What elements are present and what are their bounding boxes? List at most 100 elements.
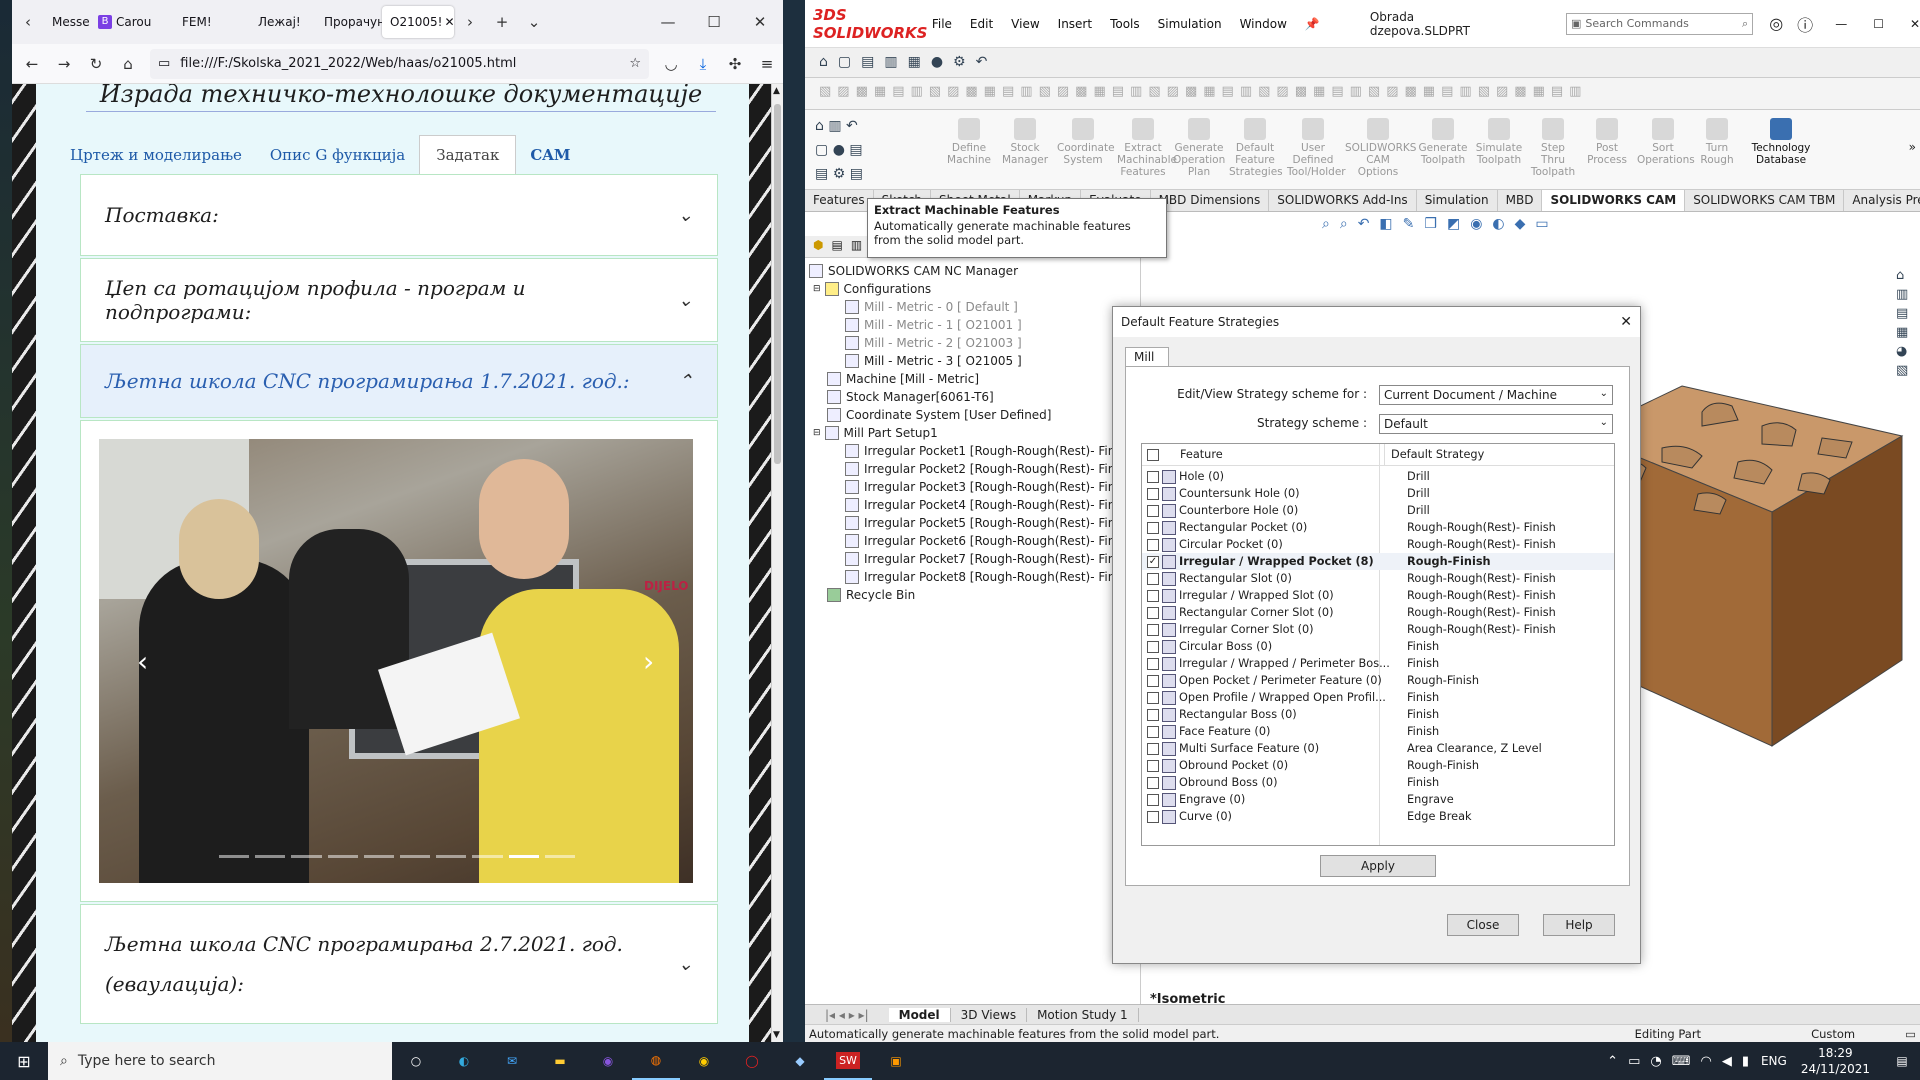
row-checkbox[interactable] xyxy=(1147,674,1159,687)
toolbar-icon[interactable]: ▥ xyxy=(1350,84,1362,99)
new-icon[interactable]: ▢ xyxy=(815,142,828,158)
home-icon[interactable]: ⌂ xyxy=(112,48,144,80)
cam-feature-tree-icon[interactable]: ⬢ xyxy=(813,238,823,255)
account-icon[interactable]: ◎ xyxy=(1769,14,1783,33)
tab-features[interactable]: Features xyxy=(805,190,874,211)
browser-tab[interactable]: Лежај! xyxy=(234,6,310,38)
close-window-icon[interactable]: ✕ xyxy=(737,6,783,38)
tree-pocket[interactable]: Irregular Pocket8 [Rough-Rough(Rest)- Fi… xyxy=(845,570,1137,584)
row-checkbox[interactable] xyxy=(1147,487,1159,500)
tree-stock[interactable]: Stock Manager[6061-T6] xyxy=(827,390,994,404)
open-icon[interactable]: ▤ xyxy=(815,166,828,182)
toolbar-icon[interactable]: ▤ xyxy=(892,84,904,99)
toolbar-icon[interactable]: ▦ xyxy=(1423,84,1435,99)
user-defined-tool-button[interactable]: User Defined Tool/Holder xyxy=(1287,118,1346,178)
forward-icon[interactable]: → xyxy=(48,48,80,80)
accordion-summer-school-1[interactable]: Љетна школа CNC програмирања 1.7.2021. г… xyxy=(80,344,718,418)
feature-strategy[interactable]: Rough-Finish xyxy=(1407,674,1479,687)
traffic-light-icon[interactable]: ● xyxy=(931,54,943,70)
browser-tab[interactable]: Messe xyxy=(44,6,90,38)
toolbar-icon[interactable]: ▦ xyxy=(1533,84,1545,99)
list-icon[interactable]: ▤ xyxy=(849,142,862,158)
bookmark-star-icon[interactable]: ☆ xyxy=(629,56,641,71)
grid-row[interactable]: Rectangular Corner Slot (0) Rough-Rough(R… xyxy=(1142,604,1614,621)
tree-pocket[interactable]: Irregular Pocket1 [Rough-Rough(Rest)- Fi… xyxy=(845,444,1137,458)
sort-operations-button[interactable]: Sort Operations xyxy=(1637,118,1695,166)
tree-pocket[interactable]: Irregular Pocket7 [Rough-Rough(Rest)- Fi… xyxy=(845,552,1137,566)
toolbar-icon[interactable]: ▧ xyxy=(1478,84,1490,99)
accordion-pocket-program[interactable]: Џеп са ротацијом профила - програм и под… xyxy=(80,258,718,342)
menu-edit[interactable]: Edit xyxy=(970,17,993,31)
menu-icon[interactable]: ≡ xyxy=(751,48,783,80)
home-icon[interactable]: ⌂ xyxy=(819,54,828,70)
tray-app-icon[interactable]: ▭ xyxy=(1628,1054,1640,1069)
tree-pocket[interactable]: Irregular Pocket4 [Rough-Rough(Rest)- Fi… xyxy=(845,498,1137,512)
cam-tools-tree-icon[interactable]: ▥ xyxy=(851,238,862,255)
grid-row[interactable]: Obround Pocket (0) Rough-Finish xyxy=(1142,757,1614,774)
reload-icon[interactable]: ↻ xyxy=(80,48,112,80)
browser-tab[interactable]: FEM! xyxy=(160,6,234,38)
coordinate-system-button[interactable]: Coordinate System xyxy=(1057,118,1115,166)
grid-row[interactable]: Irregular Corner Slot (0) Rough-Rough(Res… xyxy=(1142,621,1614,638)
grid-row[interactable]: Obround Boss (0) Finish xyxy=(1142,774,1614,791)
maximize-icon[interactable]: ☐ xyxy=(691,6,737,38)
tab-model[interactable]: Model xyxy=(888,1007,950,1022)
units-selector[interactable]: Custom xyxy=(1811,1027,1855,1041)
grid-row[interactable]: Multi Surface Feature (0) Area Clearance,… xyxy=(1142,740,1614,757)
row-checkbox[interactable] xyxy=(1147,606,1159,619)
search-commands-input[interactable]: ▣ Search Commands ⌕ xyxy=(1565,12,1754,35)
toolbar-icon[interactable]: ▤ xyxy=(1002,84,1014,99)
toolbar-icon[interactable]: ▦ xyxy=(874,84,886,99)
maximize-icon[interactable]: ☐ xyxy=(1873,17,1884,31)
nav-tab-cam[interactable]: CAM xyxy=(516,146,584,174)
toolbar-icon[interactable]: ▩ xyxy=(856,84,868,99)
nav-tab-task[interactable]: Задатак xyxy=(419,135,517,174)
feature-strategy[interactable]: Rough-Rough(Rest)- Finish xyxy=(1407,606,1556,619)
extensions-icon[interactable]: ✣ xyxy=(719,48,751,80)
default-feature-strategies-button[interactable]: Default Feature Strategies xyxy=(1229,118,1283,178)
toolbar-icon[interactable]: ▨ xyxy=(837,84,849,99)
toolbar-icon[interactable]: ▥ xyxy=(1569,84,1581,99)
toolbar-icon[interactable]: ▧ xyxy=(1148,84,1160,99)
toolbar-icon[interactable]: ▨ xyxy=(1167,84,1179,99)
toolbar-icon[interactable]: ▧ xyxy=(1039,84,1051,99)
traffic-light-icon[interactable]: ● xyxy=(833,142,845,158)
toolbar-icon[interactable]: ▤ xyxy=(1551,84,1563,99)
define-machine-button[interactable]: Define Machine xyxy=(943,118,995,166)
grid-row[interactable]: ✓ Irregular / Wrapped Pocket (8) Rough-Fin… xyxy=(1142,553,1614,570)
toolbar-icon[interactable]: ▨ xyxy=(1496,84,1508,99)
feature-strategy[interactable]: Edge Break xyxy=(1407,810,1472,823)
tab-analysis-preparation[interactable]: Analysis Preparation xyxy=(1844,190,1920,211)
toolbar-icon[interactable]: ▦ xyxy=(1203,84,1215,99)
toolbar-icon[interactable]: ▧ xyxy=(819,84,831,99)
toolbar-icon[interactable]: ▥ xyxy=(910,84,922,99)
page-scrollbar[interactable]: ▲ ▼ xyxy=(771,84,783,1042)
new-icon[interactable]: ▢ xyxy=(838,54,851,70)
toolbar-icon[interactable]: ▩ xyxy=(1405,84,1417,99)
toolbar-icon[interactable]: ▦ xyxy=(1093,84,1105,99)
menu-simulation[interactable]: Simulation xyxy=(1158,17,1222,31)
row-checkbox[interactable] xyxy=(1147,521,1159,534)
row-checkbox[interactable] xyxy=(1147,470,1159,483)
url-bar[interactable]: ▭ file:///F:/Skolska_2021_2022/Web/haas/… xyxy=(150,48,649,79)
start-icon[interactable]: ⊞ xyxy=(0,1042,48,1080)
feature-strategy[interactable]: Engrave xyxy=(1407,793,1454,806)
step-thru-toolpath-button[interactable]: Step Thru Toolpath xyxy=(1527,118,1579,178)
row-checkbox[interactable] xyxy=(1147,742,1159,755)
toolbar-icon[interactable]: ▧ xyxy=(929,84,941,99)
feature-strategy[interactable]: Drill xyxy=(1407,504,1430,517)
back-icon[interactable]: ← xyxy=(16,48,48,80)
carousel-indicators[interactable] xyxy=(219,855,576,858)
battery-icon[interactable]: ▮ xyxy=(1742,1054,1749,1069)
toolbar-icon[interactable]: ▩ xyxy=(1075,84,1087,99)
volume-icon[interactable]: ◀ xyxy=(1722,1054,1732,1069)
toolbar-icon[interactable]: ▨ xyxy=(1276,84,1288,99)
tree-pocket[interactable]: Irregular Pocket5 [Rough-Rough(Rest)- Fi… xyxy=(845,516,1137,530)
keyboard-icon[interactable]: ⌨ xyxy=(1672,1054,1691,1069)
grid-row[interactable]: Rectangular Pocket (0) Rough-Rough(Rest)-… xyxy=(1142,519,1614,536)
options-icon[interactable]: ⚙ xyxy=(953,54,966,70)
row-checkbox[interactable] xyxy=(1147,572,1159,585)
accordion-summer-school-2[interactable]: Љетна школа CNC програмирања 2.7.2021. г… xyxy=(80,904,718,1024)
generate-toolpath-button[interactable]: Generate Toolpath xyxy=(1417,118,1469,166)
minimize-icon[interactable]: — xyxy=(1835,17,1847,31)
